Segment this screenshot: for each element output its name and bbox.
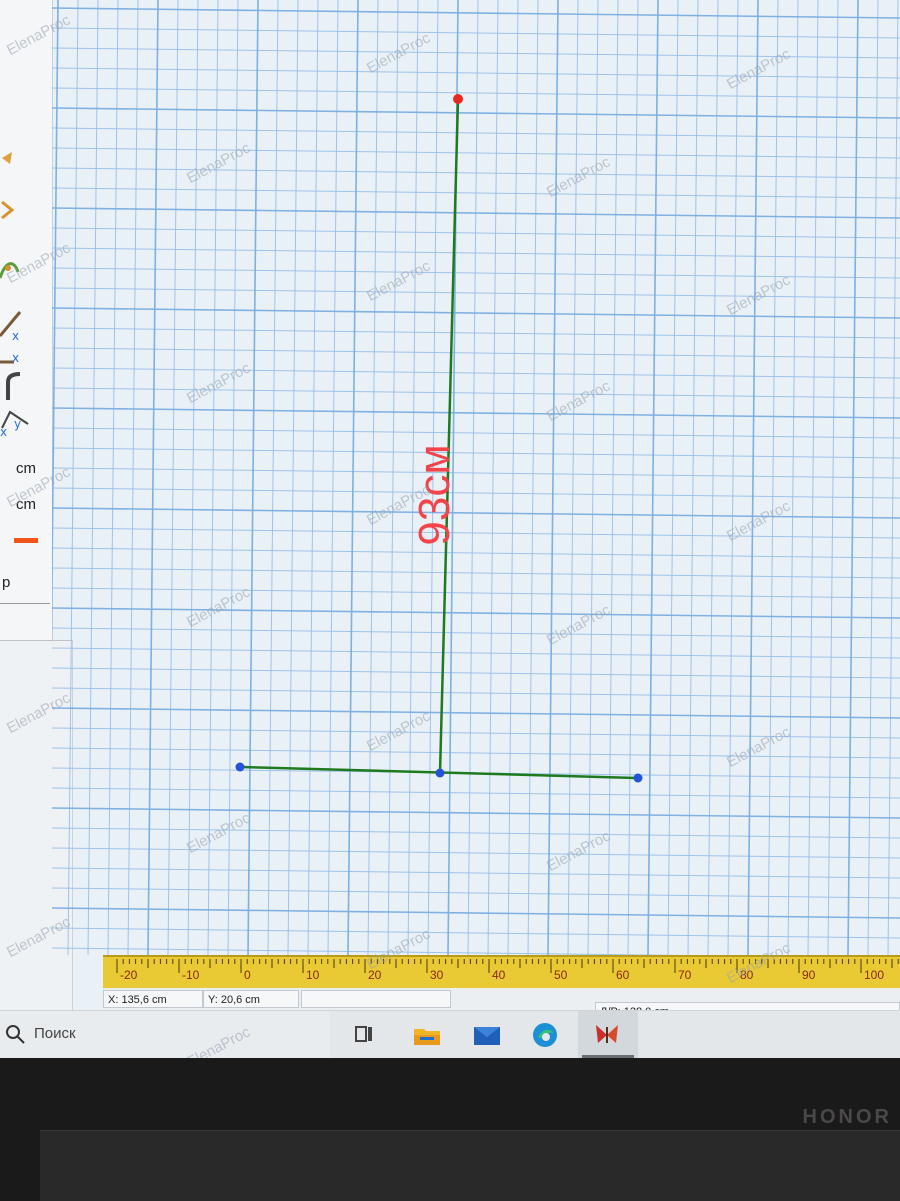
toolbar-divider (0, 603, 50, 604)
ruler-tick-label: 80 (740, 968, 754, 982)
status-empty-cell (301, 990, 451, 1008)
panel-label-p: р (2, 574, 11, 591)
butterfly-app-icon[interactable] (592, 1021, 622, 1049)
move-icon[interactable] (0, 140, 40, 176)
unit-label-2: cm (16, 496, 36, 513)
line-x-icon[interactable]: x (0, 306, 40, 343)
ruler-tick-label: 20 (368, 968, 382, 982)
endpoint-left (235, 762, 245, 772)
task-view-icon[interactable] (350, 1021, 380, 1049)
status-x-coordinate: X: 135,6 cm (103, 990, 203, 1008)
bezel-brand-logo: HONOR (802, 1106, 892, 1128)
ruler-tick-label: -20 (120, 968, 138, 982)
status-y-coordinate: Y: 20,6 cm (203, 990, 299, 1008)
endpoint-right (633, 773, 643, 783)
ruler-tick-label: 60 (616, 968, 630, 982)
laptop-keyboard-edge (40, 1130, 900, 1201)
ruler-tick-label: 50 (554, 968, 568, 982)
ruler-tick-label: 70 (678, 968, 692, 982)
dimension-label: 93см (410, 444, 459, 546)
search-label: Поиск (34, 1025, 76, 1042)
ruler-tick-label: 0 (244, 968, 251, 982)
axes-xy-icon[interactable]: yx (0, 402, 40, 439)
ruler-tick-label: 30 (430, 968, 444, 982)
left-toolbar: x x yx cm cm р (0, 0, 53, 640)
ruler-tick-label: 90 (802, 968, 816, 982)
screen: x x yx cm cm р 93см -20 -10 0 10 20 30 4… (0, 0, 900, 1058)
ruler-tick-label: 40 (492, 968, 506, 982)
transform-icon[interactable] (0, 192, 40, 228)
svg-text:x: x (12, 351, 19, 365)
ruler-tick-label: -10 (182, 968, 200, 982)
taskbar-search[interactable]: Поиск (0, 1011, 330, 1058)
edge-icon[interactable] (530, 1021, 560, 1049)
active-app-underline (582, 1055, 634, 1058)
ruler-tick-label: 100 (864, 968, 884, 982)
unit-label-1: cm (16, 460, 36, 477)
minus-icon[interactable] (14, 538, 38, 543)
endpoint-top (453, 94, 463, 104)
ruler-tick-label: 10 (306, 968, 320, 982)
svg-text:y: y (14, 417, 21, 431)
status-bar: X: 135,6 cm Y: 20,6 cm Д/Р: 128,0 cm (103, 988, 900, 1020)
file-explorer-icon[interactable] (412, 1021, 442, 1049)
arc-tool-icon[interactable] (0, 366, 40, 402)
curve-tool-icon[interactable] (0, 250, 40, 286)
svg-text:x: x (0, 425, 7, 438)
mail-icon[interactable] (472, 1021, 502, 1049)
grid (52, 0, 900, 955)
taskbar: Поиск (0, 1010, 900, 1058)
endpoint-middle (435, 768, 445, 778)
drawing-canvas[interactable] (52, 0, 900, 955)
search-icon (6, 1025, 25, 1044)
